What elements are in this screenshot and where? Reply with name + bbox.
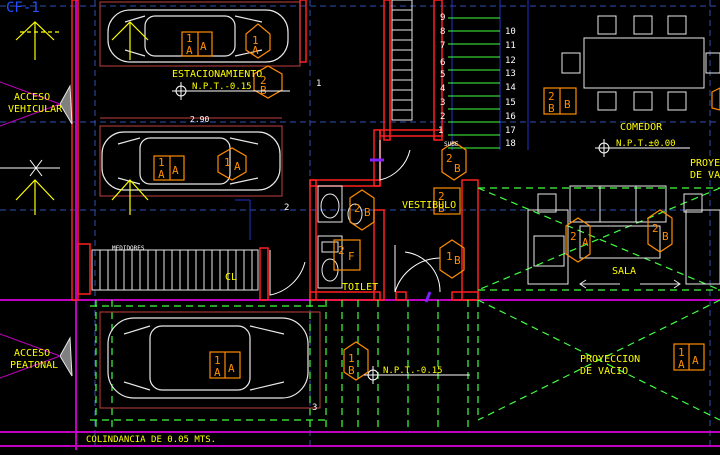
svg-text:14: 14 bbox=[505, 83, 516, 93]
svg-text:A: A bbox=[172, 164, 179, 177]
dining-set bbox=[561, 15, 720, 111]
svg-text:10: 10 bbox=[505, 27, 516, 37]
sala-label: SALA bbox=[612, 266, 636, 277]
svg-text:11: 11 bbox=[505, 41, 516, 51]
vestibulo-label: VESTIBULO bbox=[402, 200, 456, 211]
acceso-peatonal-1: ACCESO bbox=[14, 348, 50, 359]
svg-text:2: 2 bbox=[338, 244, 345, 257]
svg-text:7: 7 bbox=[440, 41, 445, 51]
svg-text:5: 5 bbox=[440, 70, 445, 80]
svg-text:15: 15 bbox=[505, 98, 516, 108]
colindancia-label: COLINDANCIA DE 0.05 MTS. bbox=[86, 435, 216, 445]
gate-triangles bbox=[59, 84, 73, 377]
dim-label: 2.90 bbox=[190, 115, 209, 124]
svg-text:1: 1 bbox=[316, 79, 321, 89]
svg-text:12: 12 bbox=[505, 56, 516, 66]
svg-text:B: B bbox=[364, 206, 371, 219]
svg-text:A: A bbox=[252, 44, 259, 57]
car-bottom bbox=[107, 317, 309, 399]
acceso-vehicular-1: ACCESO bbox=[14, 92, 50, 103]
grid-lines bbox=[0, 0, 720, 450]
svg-text:1: 1 bbox=[224, 156, 231, 169]
svg-text:2: 2 bbox=[570, 230, 577, 243]
stair-numbers-left: 9 8 7 6 5 4 3 2 1 bbox=[438, 13, 445, 136]
svg-text:A: A bbox=[200, 40, 207, 53]
stair-steps-lines bbox=[448, 17, 500, 149]
proyeccion-right-2: DE VA bbox=[690, 170, 720, 181]
npt-parking: N.P.T.-0.15 bbox=[192, 82, 252, 92]
svg-text:A: A bbox=[582, 236, 589, 249]
svg-text:A: A bbox=[214, 366, 221, 379]
drawing-canvas[interactable]: 2.90 9 8 7 6 5 4 3 2 1 10 11 12 13 14 15… bbox=[0, 0, 720, 450]
doors bbox=[269, 140, 441, 296]
svg-text:1: 1 bbox=[438, 126, 443, 136]
sube-label: SUBE bbox=[444, 141, 459, 148]
npt-patio: N.P.T.-0.15 bbox=[383, 366, 443, 376]
stair-grid bbox=[235, 0, 529, 240]
svg-text:6: 6 bbox=[440, 58, 445, 68]
svg-text:9: 9 bbox=[440, 13, 445, 23]
toilet-label: TOILET bbox=[342, 282, 378, 293]
svg-text:A: A bbox=[228, 362, 235, 375]
svg-text:1: 1 bbox=[446, 250, 453, 263]
svg-text:4: 4 bbox=[440, 84, 445, 94]
svg-text:A: A bbox=[678, 358, 685, 371]
acceso-vehicular-2: VEHICULAR bbox=[8, 104, 63, 115]
cl-label: CL bbox=[225, 272, 237, 283]
svg-text:2: 2 bbox=[652, 222, 659, 235]
svg-text:2: 2 bbox=[284, 203, 289, 213]
svg-text:3: 3 bbox=[440, 98, 445, 108]
svg-text:B: B bbox=[564, 98, 571, 111]
svg-text:2: 2 bbox=[446, 152, 453, 165]
axis-markers bbox=[0, 159, 60, 177]
hatch bbox=[90, 187, 720, 430]
stair bbox=[391, 0, 413, 121]
meters bbox=[91, 249, 259, 291]
stair-numbers-right: 10 11 12 13 14 15 16 17 18 bbox=[505, 27, 516, 149]
svg-text:2: 2 bbox=[440, 112, 445, 122]
acceso-peatonal-2: PEATONAL bbox=[10, 360, 58, 371]
svg-text:8: 8 bbox=[440, 27, 445, 37]
sala-arrows bbox=[579, 279, 681, 289]
svg-text:B: B bbox=[548, 102, 555, 115]
svg-text:16: 16 bbox=[505, 112, 516, 122]
svg-text:2: 2 bbox=[354, 202, 361, 215]
comedor-label: COMEDOR bbox=[620, 122, 663, 133]
svg-text:A: A bbox=[692, 354, 699, 367]
npt-comedor: N.P.T.±0.00 bbox=[616, 139, 676, 149]
svg-text:F: F bbox=[348, 250, 355, 263]
floor-plan-drawing: 2.90 9 8 7 6 5 4 3 2 1 10 11 12 13 14 15… bbox=[0, 0, 720, 450]
svg-text:A: A bbox=[186, 44, 193, 57]
svg-text:A: A bbox=[234, 160, 241, 173]
gate-lines bbox=[0, 81, 61, 379]
svg-text:A: A bbox=[158, 168, 165, 181]
svg-text:B: B bbox=[348, 364, 355, 377]
svg-text:17: 17 bbox=[505, 126, 516, 136]
sheet-code: CF-1 bbox=[6, 0, 40, 16]
estacionamiento-label: ESTACIONAMIENTO bbox=[172, 69, 262, 80]
svg-text:13: 13 bbox=[505, 69, 516, 79]
property-lines bbox=[0, 0, 720, 450]
proyeccion-line-2: DE VACIO bbox=[580, 366, 628, 377]
proyeccion-right-1: PROYEC bbox=[690, 158, 720, 169]
proyeccion-line-1: PROYECCION bbox=[580, 354, 640, 365]
svg-text:18: 18 bbox=[505, 139, 516, 149]
svg-text:3: 3 bbox=[312, 403, 317, 413]
medidores-label: MEDIDORES bbox=[112, 245, 145, 252]
svg-text:B: B bbox=[662, 230, 669, 243]
svg-text:B: B bbox=[454, 162, 461, 175]
text-labels: ACCESO VEHICULAR ACCESO PEATONAL ESTACIO… bbox=[8, 69, 720, 377]
svg-text:B: B bbox=[454, 254, 461, 267]
